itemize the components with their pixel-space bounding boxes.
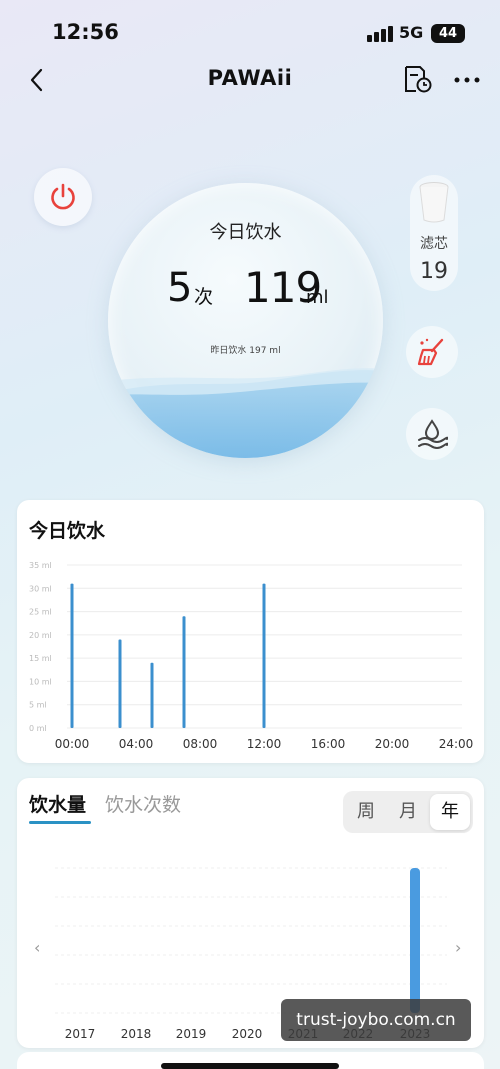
yesterday-intake: 昨日饮水 197 ml <box>210 346 281 356</box>
filter-label: 滤芯 <box>420 236 448 252</box>
document-clock-icon[interactable] <box>403 64 433 94</box>
network-type: 5G <box>399 23 424 42</box>
y-tick-label: 25 ml <box>29 608 52 617</box>
drink-count-unit: 次 <box>194 286 214 308</box>
x-tick-label: 04:00 <box>119 737 154 751</box>
x-tick-label: 2020 <box>232 1027 263 1041</box>
water-intake-globe: 今日饮水 5 次 119 ml 昨日饮水 197 ml <box>108 183 383 458</box>
drink-volume-unit: ml <box>306 287 329 308</box>
water-drop-icon <box>418 419 448 449</box>
x-tick-label: 00:00 <box>55 737 90 751</box>
y-tick-label: 10 ml <box>29 677 52 686</box>
y-tick-label: 15 ml <box>29 654 52 663</box>
chevron-left-icon[interactable]: ‹ <box>34 938 40 957</box>
nav-bar: PAWAii <box>0 60 500 100</box>
water-level-button[interactable] <box>406 408 458 460</box>
x-tick-label: 24:00 <box>439 737 474 751</box>
chevron-right-icon[interactable]: › <box>455 938 461 957</box>
intake-bar <box>262 583 266 728</box>
status-time: 12:56 <box>52 20 119 44</box>
broom-icon <box>417 338 444 366</box>
x-tick-label: 2018 <box>121 1027 152 1041</box>
more-dots-icon[interactable] <box>452 68 482 92</box>
home-indicator <box>161 1063 339 1069</box>
power-button[interactable] <box>34 168 92 226</box>
x-tick-label: 16:00 <box>311 737 346 751</box>
x-tick-label: 12:00 <box>247 737 282 751</box>
signal-icon <box>367 26 393 42</box>
filter-status-button[interactable]: 滤芯 19 <box>410 175 458 291</box>
today-intake-chart: 0 ml 5 ml 10 ml 15 ml 20 ml 25 ml 30 ml 35 ml 00… <box>29 561 474 751</box>
x-tick-label: 20:00 <box>375 737 410 751</box>
drink-count: 5 <box>167 265 193 311</box>
x-tick-label: 08:00 <box>183 737 218 751</box>
intake-bar <box>150 662 154 728</box>
clean-button[interactable] <box>406 326 458 378</box>
today-intake-title: 今日饮水 <box>209 222 282 243</box>
x-tick-label: 2017 <box>65 1027 96 1041</box>
intake-bar <box>70 583 74 728</box>
filter-cup-icon <box>419 182 449 223</box>
battery-icon: 44 <box>431 24 465 43</box>
power-icon <box>51 183 75 210</box>
y-tick-label: 5 ml <box>29 701 47 710</box>
today-intake-card: 今日饮水 0 ml 5 ml 10 ml 15 ml 20 ml 25 ml 30 ml 35… <box>17 500 484 763</box>
status-bar: 12:56 5G 44 <box>0 0 500 66</box>
intake-bar <box>182 616 186 728</box>
y-tick-label: 30 ml <box>29 584 52 593</box>
y-tick-label: 0 ml <box>29 724 47 733</box>
intake-bar <box>118 639 122 728</box>
y-tick-label: 35 ml <box>29 561 52 570</box>
x-tick-label: 2019 <box>176 1027 207 1041</box>
filter-value: 19 <box>420 259 448 284</box>
year-intake-bar <box>410 868 420 1013</box>
watermark: trust-joybo.com.cn <box>281 999 471 1041</box>
y-tick-label: 20 ml <box>29 631 52 640</box>
